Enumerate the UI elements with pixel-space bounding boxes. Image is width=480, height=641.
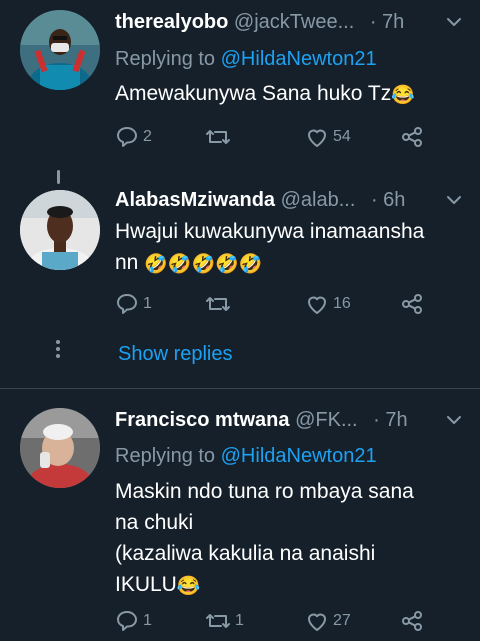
retweet-icon: [206, 614, 230, 628]
avatar-image: [20, 408, 100, 488]
share-icon: [402, 294, 422, 314]
like-count: 16: [333, 295, 351, 312]
reply-icon: [117, 127, 137, 147]
replying-to-label: Replying to: [115, 48, 216, 70]
like-button[interactable]: 27: [305, 606, 351, 636]
replying-to-mention[interactable]: @HildaNewton21: [221, 445, 377, 467]
reply-button[interactable]: 1: [115, 289, 152, 319]
tweet-text-content: Amewakunywa Sana huko Tz: [115, 82, 392, 105]
retweet-button[interactable]: [205, 122, 235, 152]
user-handle: @FK...: [295, 409, 358, 431]
like-count: 27: [333, 612, 351, 629]
tweet-text: Maskin ndo tuna ro mbaya sana na chuki (…: [115, 476, 466, 600]
show-replies-link[interactable]: Show replies: [118, 340, 233, 368]
tweet-text-line: Maskin ndo tuna ro mbaya sana: [115, 480, 414, 503]
like-button[interactable]: 16: [305, 289, 351, 319]
tweet-1[interactable]: therealyobo @jackTwee... · 7h Replying t…: [0, 0, 480, 165]
reply-count: 1: [143, 612, 152, 629]
timestamp: · 7h: [369, 11, 405, 33]
emoji: 😂: [391, 85, 415, 106]
replying-to: Replying to @HildaNewton21: [115, 441, 377, 471]
emoji: 😂: [176, 576, 201, 597]
retweet-button[interactable]: 1: [205, 606, 244, 636]
replying-to: Replying to @HildaNewton21: [115, 44, 377, 74]
tweet-header: therealyobo @jackTwee... · 7h: [115, 7, 464, 37]
chevron-down-icon[interactable]: [444, 405, 464, 435]
display-name[interactable]: AlabasMziwanda: [115, 189, 275, 211]
like-icon: [308, 613, 326, 631]
tweet-text-line: (kazaliwa kakulia na anaishi: [115, 542, 376, 565]
timestamp: · 7h: [373, 409, 408, 431]
tweet-header: AlabasMziwanda @alab... · 6h: [115, 185, 464, 215]
reply-count: 2: [143, 128, 152, 145]
reply-button[interactable]: 2: [115, 122, 152, 152]
tweet-3[interactable]: Francisco mtwana @FK... · 7h Replying to…: [0, 390, 480, 641]
avatar[interactable]: [20, 190, 100, 270]
chevron-down-icon[interactable]: [444, 185, 464, 215]
like-count: 54: [333, 128, 351, 145]
reply-icon: [117, 294, 137, 314]
tweet-actions: 1 16: [115, 289, 435, 319]
share-button[interactable]: [400, 289, 424, 319]
avatar-image: [20, 10, 100, 90]
replying-to-mention[interactable]: @HildaNewton21: [221, 48, 377, 70]
tweet-text-content: IKULU: [115, 573, 177, 596]
tweet-text: Amewakunywa Sana huko Tz😂: [115, 78, 466, 109]
share-icon: [402, 611, 422, 631]
tweet-text-line: IKULU😂: [115, 569, 466, 600]
display-name[interactable]: Francisco mtwana: [115, 409, 290, 431]
display-name[interactable]: therealyobo: [115, 11, 228, 33]
tweet-text-content: nn: [115, 251, 139, 274]
tweet-text-line: Hwajui kuwakunywa inamaansha: [115, 220, 425, 243]
reply-count: 1: [143, 295, 152, 312]
user-handle: @jackTwee...: [233, 11, 355, 33]
like-icon: [308, 296, 326, 314]
retweet-icon: [206, 130, 230, 144]
tweet-actions: 1 1 27: [115, 606, 435, 636]
avatar[interactable]: [20, 10, 100, 90]
tweet-text-line: na chuki: [115, 511, 194, 534]
tweet-text-line: nn 🤣🤣🤣🤣🤣: [115, 247, 466, 278]
more-replies-icon: [55, 338, 61, 368]
retweet-count: 1: [235, 612, 244, 629]
retweet-button[interactable]: [205, 289, 235, 319]
emoji: 🤣🤣🤣🤣🤣: [144, 254, 263, 275]
tweet-text: Hwajui kuwakunywa inamaansha nn 🤣🤣🤣🤣🤣: [115, 216, 466, 278]
reply-icon: [117, 611, 137, 631]
chevron-down-icon[interactable]: [444, 7, 464, 37]
tweet-header: Francisco mtwana @FK... · 7h: [115, 405, 464, 435]
avatar-image: [20, 190, 100, 270]
timestamp: · 6h: [370, 189, 406, 211]
share-button[interactable]: [400, 606, 424, 636]
retweet-icon: [206, 297, 230, 311]
tweet-2[interactable]: AlabasMziwanda @alab... · 6h Hwajui kuwa…: [0, 180, 480, 330]
tweet-actions: 2 54: [115, 122, 435, 152]
share-button[interactable]: [400, 122, 424, 152]
divider: [0, 388, 480, 389]
share-icon: [402, 127, 422, 147]
like-icon: [308, 129, 326, 147]
replying-to-label: Replying to: [115, 445, 216, 467]
like-button[interactable]: 54: [305, 122, 351, 152]
user-handle: @alab...: [280, 189, 356, 211]
avatar[interactable]: [20, 408, 100, 488]
reply-button[interactable]: 1: [115, 606, 152, 636]
